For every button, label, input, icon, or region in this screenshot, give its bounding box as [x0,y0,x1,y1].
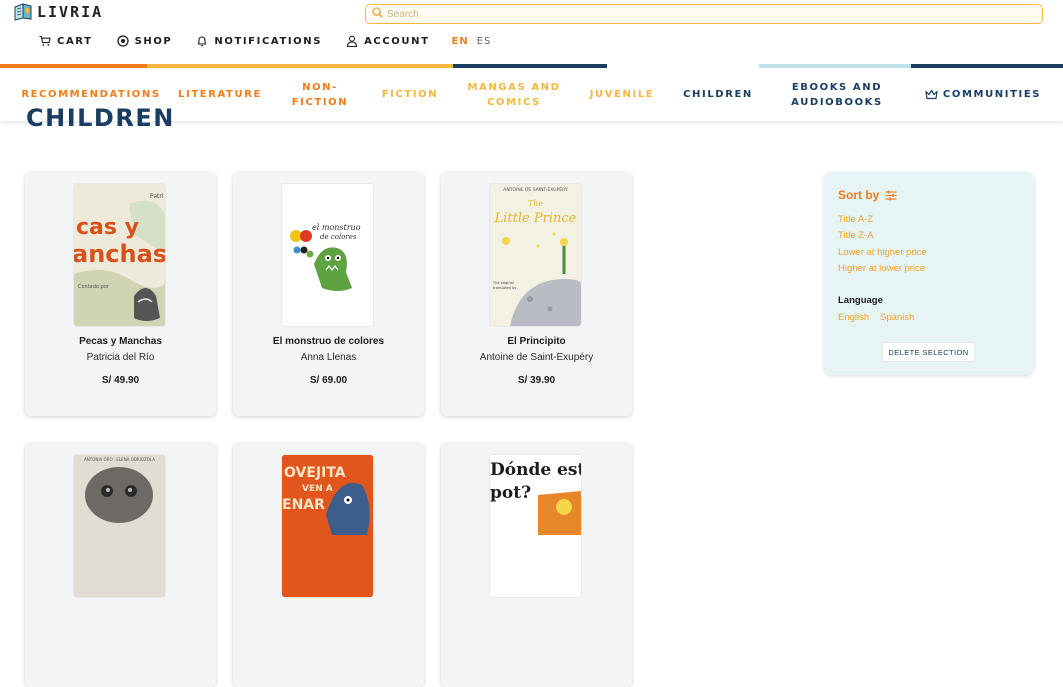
category-ebooks-and-audiobooks[interactable]: EBOOKS AND AUDIOBOOKS [779,68,895,121]
cover-art-text: The original [492,281,514,285]
language-filter-english[interactable]: English [838,312,869,323]
book-title[interactable]: El Principito [441,336,632,347]
crown-icon [925,89,938,100]
book-cover-image[interactable]: ANTONIA ORO · ELENA ODRIOZOLA [74,455,165,597]
book-cover-image[interactable]: OVEJITA VEN A ENAR [282,455,373,597]
delete-selection-button[interactable]: DELETE SELECTION [883,343,974,361]
book-price: S/ 39.90 [517,375,556,386]
cart-icon [39,35,51,46]
book-title[interactable]: Pecas y Manchas [25,336,216,347]
category-label: MANGAS AND COMICS [467,81,561,108]
book-price: S/ 69.00 [309,375,348,386]
cover-art-text: cas y [76,215,139,240]
sort-heading: Sort by [838,188,897,202]
book-card[interactable]: ANTOINE DE SAINT-EXUPÉRY The Little Prin… [441,172,632,416]
language-en[interactable]: EN [452,36,469,47]
notifications-label: NOTIFICATIONS [214,35,323,47]
sort-option-price-desc[interactable]: Higher at lower price [838,263,925,274]
cover-art-text: The [528,199,543,208]
cart-link[interactable]: CART [39,35,93,47]
user-icon [347,35,358,47]
brand-logo[interactable]: LIVRIA [14,3,103,21]
user-nav: CART SHOP NOTIFICATIONS ACCOUNT EN ES [39,35,491,47]
category-juvenile[interactable]: JUVENILE [582,68,662,121]
book-author: Anna Llenas [300,352,357,363]
cover-art-text: translated by [493,286,516,290]
book-card[interactable]: el monstruo de colores El monstruo de co… [233,172,424,416]
book-title[interactable]: El monstruo de colores [233,336,424,347]
category-label: LITERATURE [178,89,262,100]
book-author: Antoine de Saint-Exupéry [479,352,594,363]
cover-art-text: Little Prince [494,211,577,226]
search-input[interactable] [387,8,1027,20]
cover-art-text: Patri [150,193,164,200]
sort-option-title-za[interactable]: Title Z-A [838,230,874,241]
search-bar[interactable] [365,4,1043,24]
language-switcher: EN ES [452,36,492,47]
category-label: COMMUNITIES [942,89,1042,100]
cover-art-text: OVEJITA [284,465,346,481]
category-label: RECOMMENDATIONS [21,89,161,100]
cart-label: CART [57,35,93,47]
category-literature[interactable]: LITERATURE [170,68,270,121]
cover-art-text: de colores [320,233,357,241]
book-card[interactable]: Dónde está pot? [441,443,632,687]
sliders-icon [885,190,897,200]
book-author: Patricia del Río [86,352,155,363]
cover-art-text: Contado por [78,284,110,290]
page-title: CHILDREN [26,104,175,132]
search-icon [372,5,383,23]
book-cover-image[interactable]: Dónde está pot? [490,455,581,597]
category-non-fiction[interactable]: NON- FICTION [280,68,360,121]
cover-art-text: ENAR [282,497,325,513]
shop-link[interactable]: SHOP [116,35,173,47]
language-filter-spanish[interactable]: Spanish [880,312,914,323]
cover-art-text: Dónde está [490,460,581,480]
book-cover-image[interactable]: cas y anchas Patri Contado por [74,184,165,326]
category-mangas-and-comics[interactable]: MANGAS AND COMICS [459,68,569,121]
shop-label: SHOP [134,35,173,47]
category-communities[interactable]: COMMUNITIES [917,68,1049,121]
cover-art-text: el monstruo [312,223,361,232]
category-label: EBOOKS AND AUDIOBOOKS [791,81,883,108]
book-cover-image[interactable]: ANTOINE DE SAINT-EXUPÉRY The Little Prin… [490,184,581,326]
cover-art-text: ANTONIA ORO · ELENA ODRIOZOLA [84,457,155,462]
category-label: NON- FICTION [291,81,349,108]
account-link[interactable]: ACCOUNT [346,35,429,47]
sort-option-price-asc[interactable]: Lower at higher price [838,247,927,258]
category-fiction[interactable]: FICTION [370,68,450,121]
book-card[interactable]: cas y anchas Patri Contado por Pecas y M… [25,172,216,416]
top-bar: LIVRIA CART SHOP [0,0,1063,64]
book-card[interactable]: ANTONIA ORO · ELENA ODRIOZOLA [25,443,216,687]
account-label: ACCOUNT [364,35,430,47]
language-filter-heading: Language [838,295,883,306]
book-card[interactable]: OVEJITA VEN A ENAR [233,443,424,687]
cover-art-text: pot? [490,483,531,503]
sort-panel: Sort by Title A-Z Title Z-A Lower at hig… [824,172,1034,375]
book-price: S/ 49.90 [101,375,140,386]
book-logo-icon [14,3,34,21]
category-label: FICTION [381,89,439,100]
brand-name: LIVRIA [37,3,104,21]
book-cover-image[interactable]: el monstruo de colores [282,184,373,326]
category-children[interactable]: CHILDREN [673,68,763,121]
sort-heading-label: Sort by [838,188,880,202]
category-label: JUVENILE [589,89,655,100]
language-es[interactable]: ES [477,36,492,47]
bell-icon [197,36,207,47]
notifications-link[interactable]: NOTIFICATIONS [196,35,322,47]
cover-art-text: VEN A [302,484,333,494]
category-label: CHILDREN [683,89,753,100]
location-pin-icon [116,35,129,47]
sort-option-title-az[interactable]: Title A-Z [838,214,873,225]
cover-art-text: anchas [74,240,165,268]
